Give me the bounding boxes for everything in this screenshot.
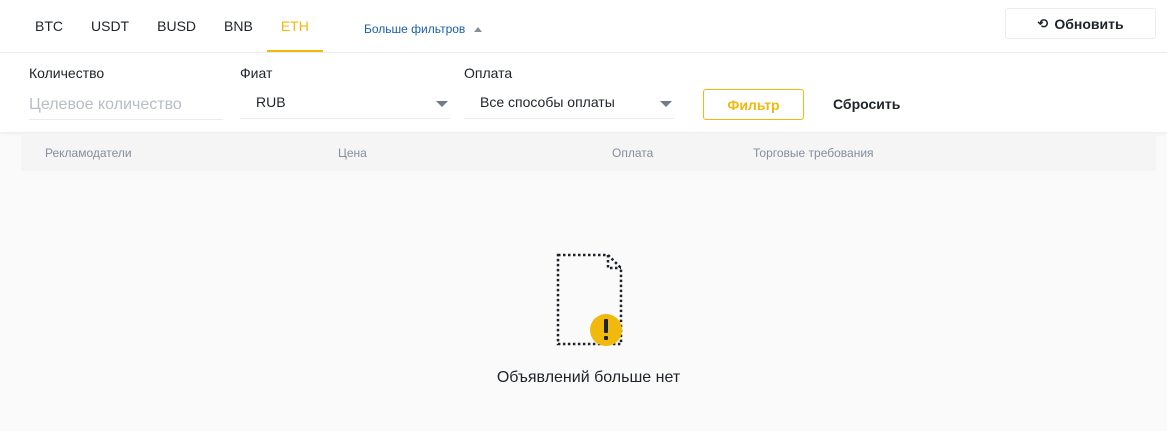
column-header-advertisers: Рекламодатели — [45, 146, 132, 160]
tab-bnb[interactable]: BNB — [210, 0, 267, 52]
chevron-down-icon — [436, 101, 448, 107]
tab-label: BNB — [224, 18, 253, 34]
amount-label: Количество — [29, 65, 105, 81]
fiat-value: RUB — [256, 94, 286, 110]
column-header-price: Цена — [338, 146, 367, 160]
tab-busd[interactable]: BUSD — [143, 0, 210, 52]
payment-select[interactable]: Все способы оплаты — [464, 89, 674, 119]
payment-label: Оплата — [464, 65, 513, 81]
filter-bar: Количество Фиат RUB Оплата Все способы о… — [0, 53, 1167, 132]
refresh-label: Обновить — [1054, 15, 1124, 32]
filter-button[interactable]: Фильтр — [703, 89, 804, 120]
asset-tabs: BTC USDT BUSD BNB ETH — [21, 0, 323, 52]
more-filters-toggle[interactable]: Больше фильтров — [364, 22, 483, 36]
payment-value: Все способы оплаты — [480, 94, 615, 110]
column-header-payment: Оплата — [612, 146, 654, 160]
column-header-trade-requirements: Торговые требования — [753, 146, 874, 160]
more-filters-label: Больше фильтров — [364, 22, 466, 36]
amount-input[interactable] — [29, 90, 223, 120]
empty-document-warning-icon — [556, 253, 623, 346]
tab-label: ETH — [280, 18, 309, 34]
fiat-label: Фиат — [240, 65, 273, 81]
tab-eth[interactable]: ETH — [266, 0, 323, 52]
tab-usdt[interactable]: USDT — [77, 0, 143, 52]
tab-label: BUSD — [157, 18, 197, 34]
chevron-down-icon — [660, 101, 672, 107]
caret-up-icon — [474, 26, 483, 32]
table-header: Рекламодатели Цена Оплата Торговые требо… — [21, 135, 1156, 171]
refresh-button[interactable]: ⟲ Обновить — [1005, 8, 1156, 39]
tab-btc[interactable]: BTC — [21, 0, 77, 52]
tab-label: USDT — [91, 18, 130, 34]
tab-label: BTC — [35, 18, 63, 34]
fiat-select[interactable]: RUB — [240, 89, 450, 119]
reset-button[interactable]: Сбросить — [833, 96, 900, 112]
asset-tab-bar: BTC USDT BUSD BNB ETH Больше фильтров ⟲ … — [0, 0, 1167, 53]
refresh-icon: ⟲ — [1037, 15, 1049, 31]
empty-state-message: Объявлений больше нет — [496, 369, 681, 386]
